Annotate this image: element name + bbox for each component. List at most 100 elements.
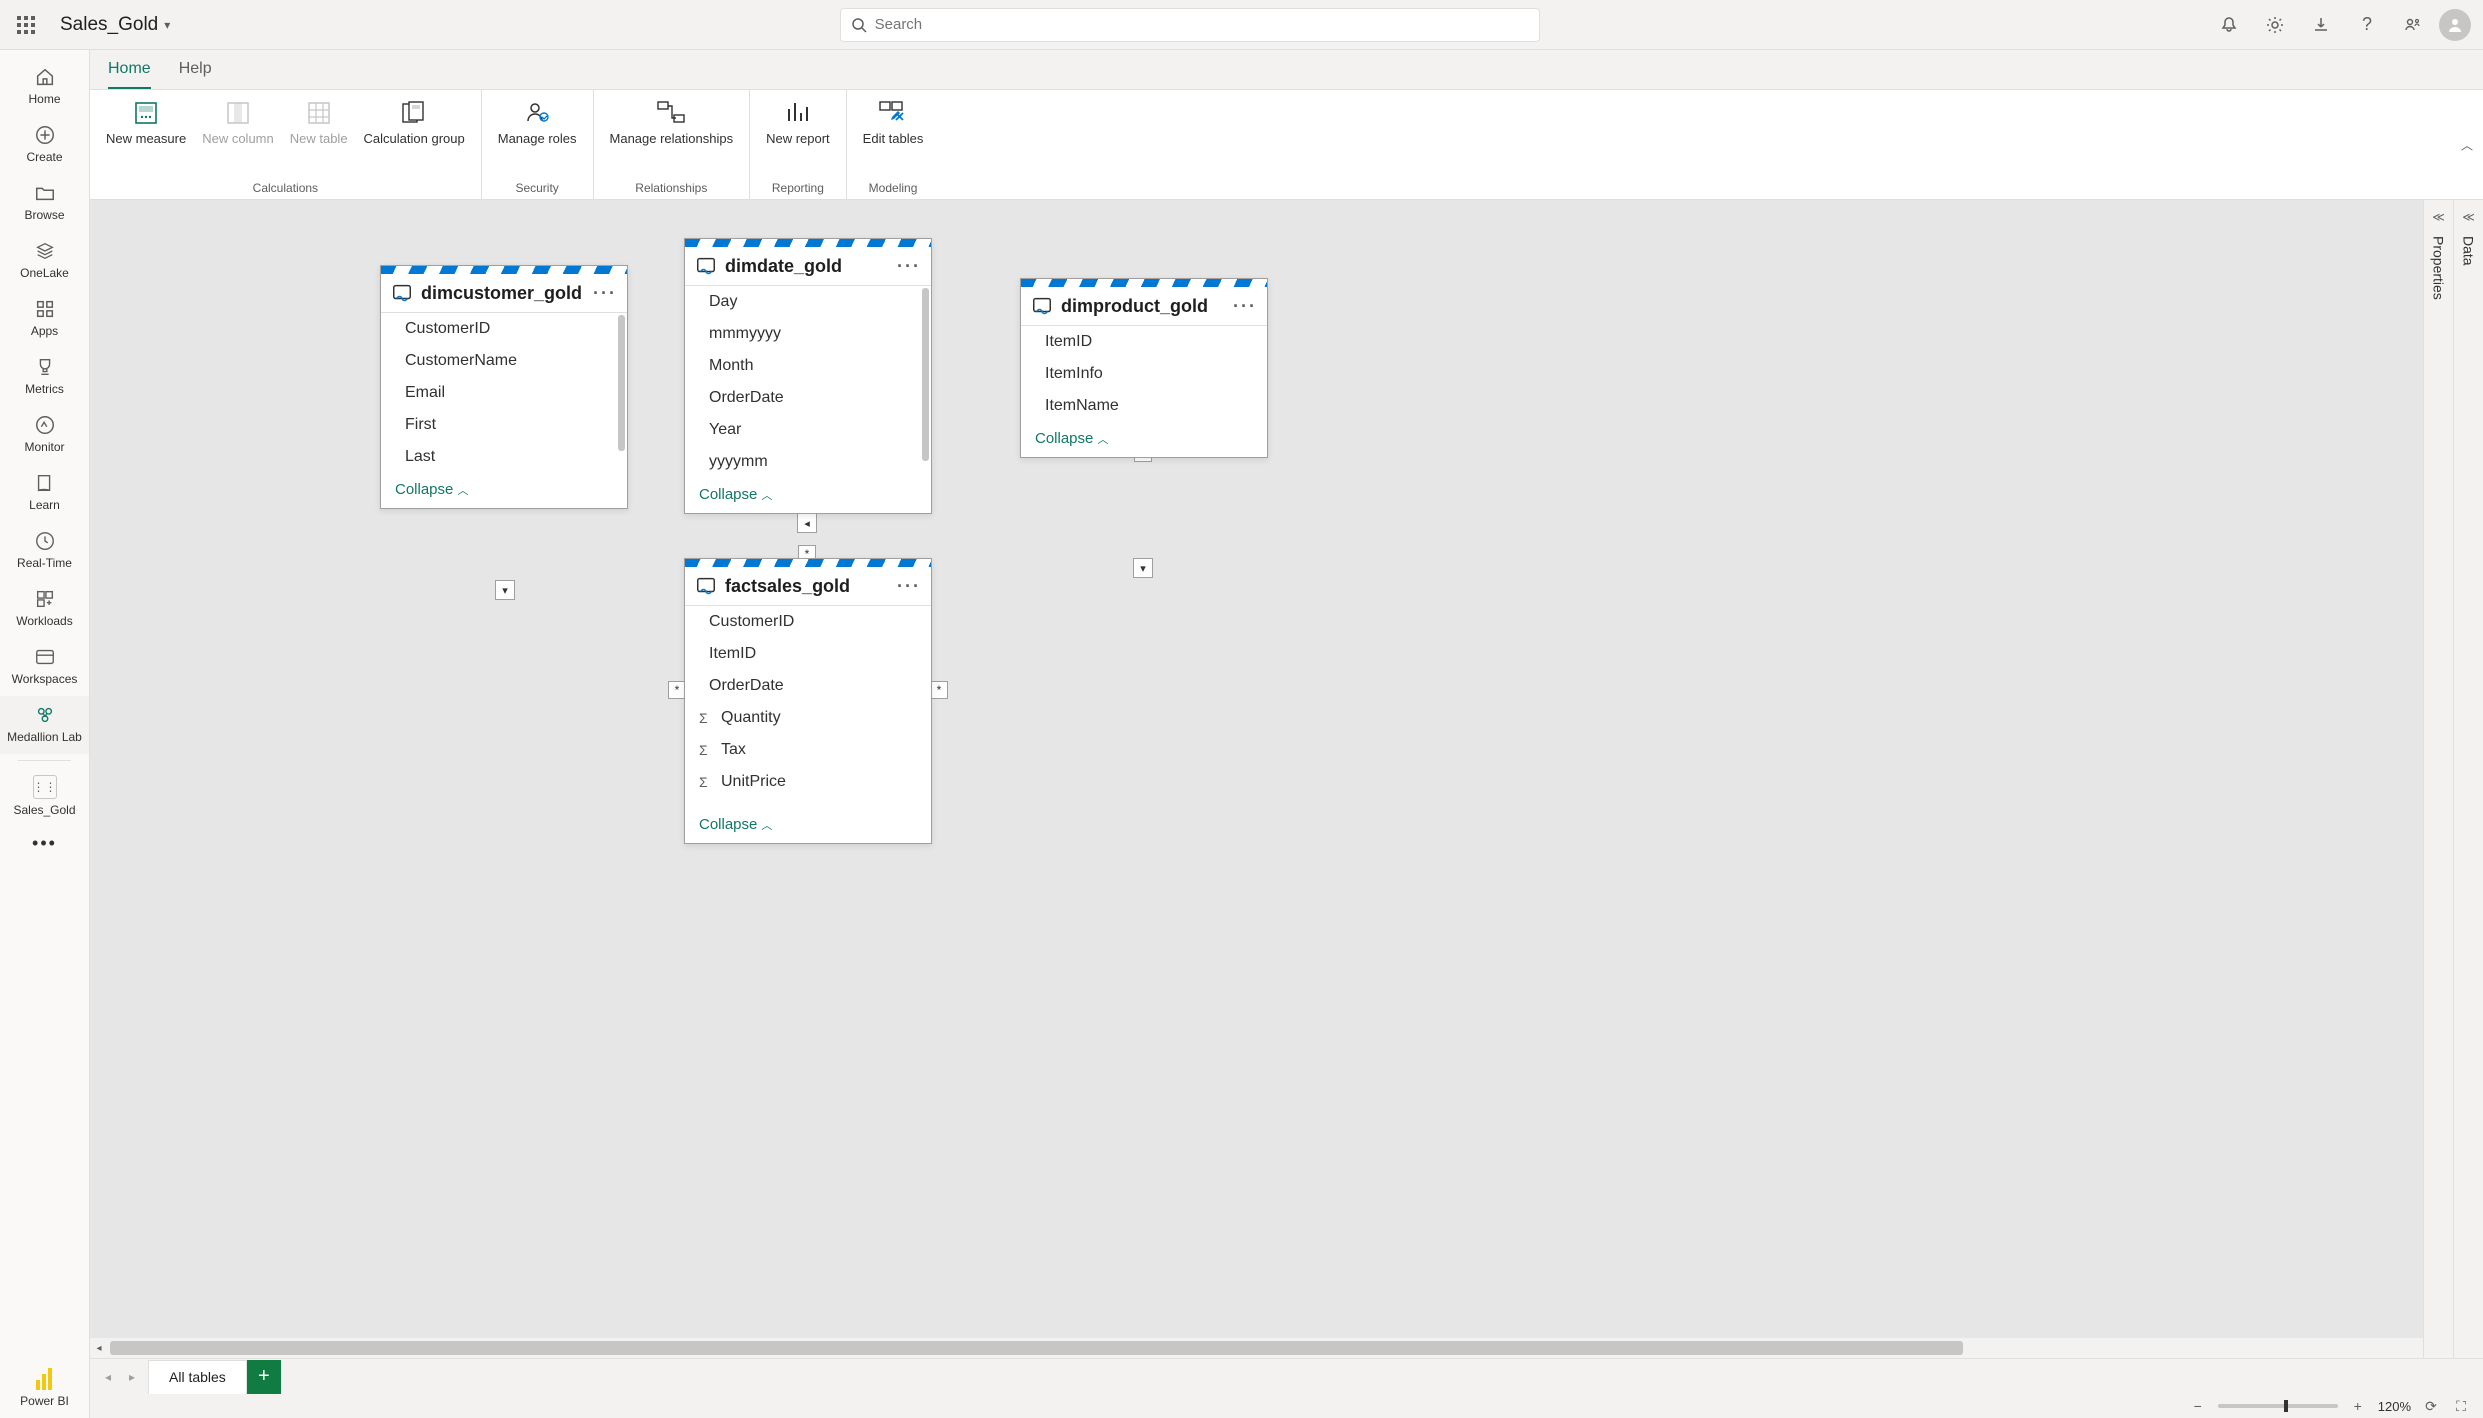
tab-nav-next[interactable]: ▸ xyxy=(120,1365,144,1389)
field-row[interactable]: ΣUnitPrice xyxy=(685,766,931,798)
field-row[interactable]: OrderDate xyxy=(685,382,931,414)
table-more-button[interactable]: ··· xyxy=(593,283,617,304)
collapse-button[interactable]: Collapse ︿ xyxy=(699,816,772,833)
table-dimdate[interactable]: dimdate_gold ··· Day mmmyyyy Month Order… xyxy=(684,238,932,514)
manage-relationships-button[interactable]: Manage relationships xyxy=(602,94,742,151)
rail-more[interactable]: ••• xyxy=(0,827,89,860)
field-row[interactable]: ItemName xyxy=(1021,390,1267,422)
fit-to-page-button[interactable]: ⛶ xyxy=(2451,1396,2471,1416)
model-canvas[interactable]: 1 ◂ * 1 ▾ * 1 ▾ * dimcustomer_gold ··· C… xyxy=(90,200,2483,1358)
title-dropdown[interactable]: Sales_Gold ▾ xyxy=(60,14,170,36)
field-row[interactable]: CustomerID xyxy=(685,606,931,638)
rail-medallion-lab[interactable]: Medallion Lab xyxy=(0,696,89,754)
collapse-button[interactable]: Collapse ︿ xyxy=(1035,430,1108,447)
field-row[interactable]: CustomerID xyxy=(381,313,627,345)
settings-button[interactable] xyxy=(2255,5,2295,45)
monitor-icon xyxy=(34,414,56,436)
notifications-button[interactable] xyxy=(2209,5,2249,45)
app-launcher[interactable] xyxy=(12,11,40,39)
new-measure-button[interactable]: New measure xyxy=(98,94,194,151)
edit-tables-button[interactable]: Edit tables xyxy=(855,94,932,151)
field-row[interactable]: ItemInfo xyxy=(1021,358,1267,390)
field-row[interactable]: yyyymm xyxy=(685,446,931,478)
lakehouse-table-icon xyxy=(391,282,413,304)
rail-sales-gold[interactable]: ⋮⋮ Sales_Gold xyxy=(0,767,89,827)
help-button[interactable]: ? xyxy=(2347,5,2387,45)
manage-roles-button[interactable]: Manage roles xyxy=(490,94,585,151)
ribbon-group-reporting: New report Reporting xyxy=(750,90,847,199)
rail-monitor[interactable]: Monitor xyxy=(0,406,89,464)
ribbon-collapse-button[interactable]: ︿ xyxy=(2461,136,2473,153)
zoom-in-button[interactable]: + xyxy=(2348,1396,2368,1416)
rail-learn[interactable]: Learn xyxy=(0,464,89,522)
table-dimcustomer[interactable]: dimcustomer_gold ··· CustomerID Customer… xyxy=(380,265,628,509)
field-row[interactable]: OrderDate xyxy=(685,670,931,702)
ribbon-group-rel-label: Relationships xyxy=(635,181,707,197)
tab-nav-prev[interactable]: ◂ xyxy=(96,1365,120,1389)
user-avatar[interactable] xyxy=(2439,9,2471,41)
data-panel-collapsed[interactable]: ≪ Data xyxy=(2453,200,2483,1358)
table-scrollbar[interactable] xyxy=(922,288,929,461)
collapse-button[interactable]: Collapse ︿ xyxy=(395,481,468,498)
rail-create[interactable]: Create xyxy=(0,116,89,174)
table-name: factsales_gold xyxy=(725,576,850,597)
search-input[interactable] xyxy=(875,16,1529,33)
field-row[interactable]: Month xyxy=(685,350,931,382)
field-row[interactable]: Day xyxy=(685,286,931,318)
field-row[interactable]: ΣTax xyxy=(685,734,931,766)
roles-icon xyxy=(522,98,552,128)
add-page-button[interactable]: + xyxy=(247,1360,281,1394)
relationship-lines xyxy=(90,200,390,350)
table-more-button[interactable]: ··· xyxy=(1233,296,1257,317)
field-row[interactable]: ItemID xyxy=(1021,326,1267,358)
calculation-group-button[interactable]: Calculation group xyxy=(356,94,473,151)
rail-workloads[interactable]: Workloads xyxy=(0,580,89,638)
filter-direction: ▾ xyxy=(1133,558,1153,578)
rail-medallion-label: Medallion Lab xyxy=(7,730,82,744)
page-tab-all-tables[interactable]: All tables xyxy=(148,1360,247,1394)
search-icon xyxy=(851,17,867,33)
field-row[interactable]: Last xyxy=(381,441,627,473)
filter-direction: ◂ xyxy=(797,513,817,533)
field-row[interactable]: CustomerName xyxy=(381,345,627,377)
rail-metrics[interactable]: Metrics xyxy=(0,348,89,406)
rail-apps[interactable]: Apps xyxy=(0,290,89,348)
rail-browse[interactable]: Browse xyxy=(0,174,89,232)
reset-zoom-button[interactable]: ⟳ xyxy=(2421,1396,2441,1416)
scroll-thumb[interactable] xyxy=(110,1341,1963,1355)
table-more-button[interactable]: ··· xyxy=(897,576,921,597)
field-row[interactable]: ItemID xyxy=(685,638,931,670)
zoom-out-button[interactable]: − xyxy=(2188,1396,2208,1416)
ribbon-group-relationships: Manage relationships Relationships xyxy=(594,90,751,199)
scroll-left-arrow[interactable]: ◂ xyxy=(90,1343,108,1354)
slider-knob[interactable] xyxy=(2284,1400,2288,1412)
table-factsales[interactable]: factsales_gold ··· CustomerID ItemID Ord… xyxy=(684,558,932,844)
table-more-button[interactable]: ··· xyxy=(897,256,921,277)
ribbon-tab-help[interactable]: Help xyxy=(179,50,212,89)
ribbon-body: New measure New column New table Calcula… xyxy=(90,90,2483,200)
rail-powerbi[interactable]: Power BI xyxy=(0,1360,89,1418)
rail-onelake[interactable]: OneLake xyxy=(0,232,89,290)
field-row[interactable]: ΣQuantity xyxy=(685,702,931,734)
download-button[interactable] xyxy=(2301,5,2341,45)
table-stripe xyxy=(1021,279,1267,287)
field-row[interactable]: First xyxy=(381,409,627,441)
data-label: Data xyxy=(2461,236,2477,266)
rail-workspaces[interactable]: Workspaces xyxy=(0,638,89,696)
new-report-button[interactable]: New report xyxy=(758,94,838,151)
field-row[interactable]: Email xyxy=(381,377,627,409)
global-search[interactable] xyxy=(840,8,1540,42)
field-row[interactable]: mmmyyyy xyxy=(685,318,931,350)
rail-realtime[interactable]: Real-Time xyxy=(0,522,89,580)
table-dimproduct[interactable]: dimproduct_gold ··· ItemID ItemInfo Item… xyxy=(1020,278,1268,458)
feedback-button[interactable] xyxy=(2393,5,2433,45)
field-row[interactable]: Year xyxy=(685,414,931,446)
horizontal-scrollbar[interactable]: ◂ ▸ xyxy=(90,1338,2465,1358)
new-table-button: New table xyxy=(282,94,356,151)
zoom-slider[interactable] xyxy=(2218,1404,2338,1408)
ribbon-tab-home[interactable]: Home xyxy=(108,50,151,89)
rail-home[interactable]: Home xyxy=(0,58,89,116)
collapse-button[interactable]: Collapse ︿ xyxy=(699,486,772,503)
properties-panel-collapsed[interactable]: ≪ Properties xyxy=(2423,200,2453,1358)
table-scrollbar[interactable] xyxy=(618,315,625,451)
